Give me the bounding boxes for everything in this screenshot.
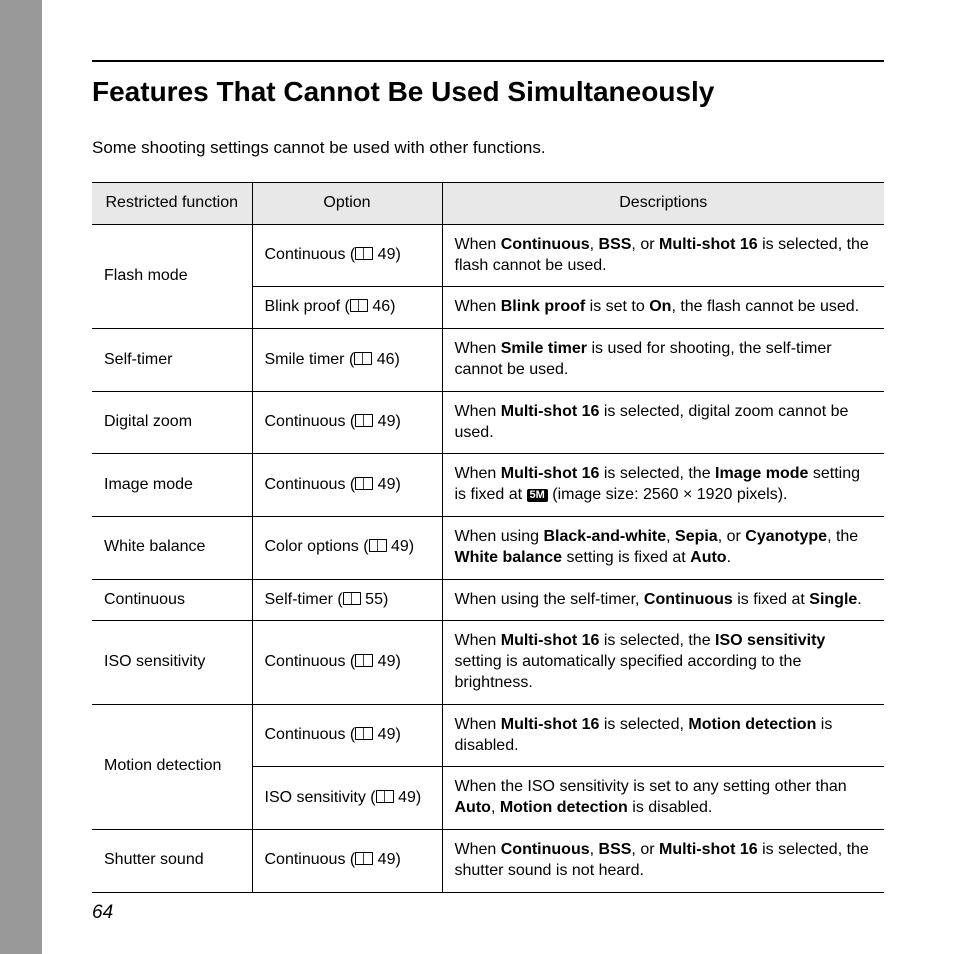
- page-number: 64: [92, 902, 113, 924]
- cell-option: Continuous ( 49): [252, 704, 442, 767]
- table-row: Shutter sound Continuous ( 49) When Cont…: [92, 829, 884, 892]
- cell-description: When Multi-shot 16 is selected, the Imag…: [442, 454, 884, 517]
- cell-description: When Smile timer is used for shooting, t…: [442, 329, 884, 392]
- table-header-row: Restricted function Option Descriptions: [92, 183, 884, 225]
- cell-description: When Blink proof is set to On, the flash…: [442, 287, 884, 329]
- table-row: Flash mode Continuous ( 49) When Continu…: [92, 224, 884, 287]
- cell-description: When Continuous, BSS, or Multi-shot 16 i…: [442, 224, 884, 287]
- cell-option: Self-timer ( 55): [252, 579, 442, 621]
- th-desc: Descriptions: [442, 183, 884, 225]
- cell-function: Motion detection: [92, 704, 252, 829]
- table-row: Motion detection Continuous ( 49) When M…: [92, 704, 884, 767]
- cell-option: Continuous ( 49): [252, 391, 442, 454]
- th-function: Restricted function: [92, 183, 252, 225]
- book-icon: [354, 352, 372, 365]
- book-icon: [355, 654, 373, 667]
- cell-option: Continuous ( 49): [252, 621, 442, 704]
- page-content: Features That Cannot Be Used Simultaneou…: [42, 0, 954, 954]
- cell-description: When using the self-timer, Continuous is…: [442, 579, 884, 621]
- cell-function: Digital zoom: [92, 391, 252, 454]
- table-row: Self-timer Smile timer ( 46) When Smile …: [92, 329, 884, 392]
- cell-function: Self-timer: [92, 329, 252, 392]
- cell-description: When Multi-shot 16 is selected, digital …: [442, 391, 884, 454]
- rule-top: [92, 60, 884, 62]
- th-option: Option: [252, 183, 442, 225]
- cell-description: When the ISO sensitivity is set to any s…: [442, 767, 884, 830]
- book-icon: [355, 414, 373, 427]
- cell-function: ISO sensitivity: [92, 621, 252, 704]
- cell-option: Color options ( 49): [252, 516, 442, 579]
- cell-function: Continuous: [92, 579, 252, 621]
- page-title: Features That Cannot Be Used Simultaneou…: [92, 76, 884, 108]
- cell-option: Continuous ( 49): [252, 224, 442, 287]
- restrictions-table: Restricted function Option Descriptions …: [92, 182, 884, 893]
- cell-description: When using Black-and-white, Sepia, or Cy…: [442, 516, 884, 579]
- intro-text: Some shooting settings cannot be used wi…: [92, 138, 884, 158]
- table-row: White balance Color options ( 49) When u…: [92, 516, 884, 579]
- cell-description: When Multi-shot 16 is selected, the ISO …: [442, 621, 884, 704]
- cell-option: Continuous ( 49): [252, 454, 442, 517]
- table-row: Digital zoom Continuous ( 49) When Multi…: [92, 391, 884, 454]
- book-icon: [369, 539, 387, 552]
- cell-option: Continuous ( 49): [252, 829, 442, 892]
- cell-description: When Continuous, BSS, or Multi-shot 16 i…: [442, 829, 884, 892]
- book-icon: [376, 790, 394, 803]
- table-row: ISO sensitivity Continuous ( 49) When Mu…: [92, 621, 884, 704]
- book-icon: [350, 299, 368, 312]
- table-row: Image mode Continuous ( 49) When Multi-s…: [92, 454, 884, 517]
- cell-option: ISO sensitivity ( 49): [252, 767, 442, 830]
- cell-function: Image mode: [92, 454, 252, 517]
- cell-option: Smile timer ( 46): [252, 329, 442, 392]
- cell-function: Flash mode: [92, 224, 252, 328]
- book-icon: [355, 727, 373, 740]
- book-icon: [343, 592, 361, 605]
- book-icon: [355, 477, 373, 490]
- cell-option: Blink proof ( 46): [252, 287, 442, 329]
- book-icon: [355, 852, 373, 865]
- cell-description: When Multi-shot 16 is selected, Motion d…: [442, 704, 884, 767]
- book-icon: [355, 247, 373, 260]
- cell-function: White balance: [92, 516, 252, 579]
- cell-function: Shutter sound: [92, 829, 252, 892]
- table-row: Continuous Self-timer ( 55) When using t…: [92, 579, 884, 621]
- image-mode-5m-icon: 5M: [527, 489, 548, 502]
